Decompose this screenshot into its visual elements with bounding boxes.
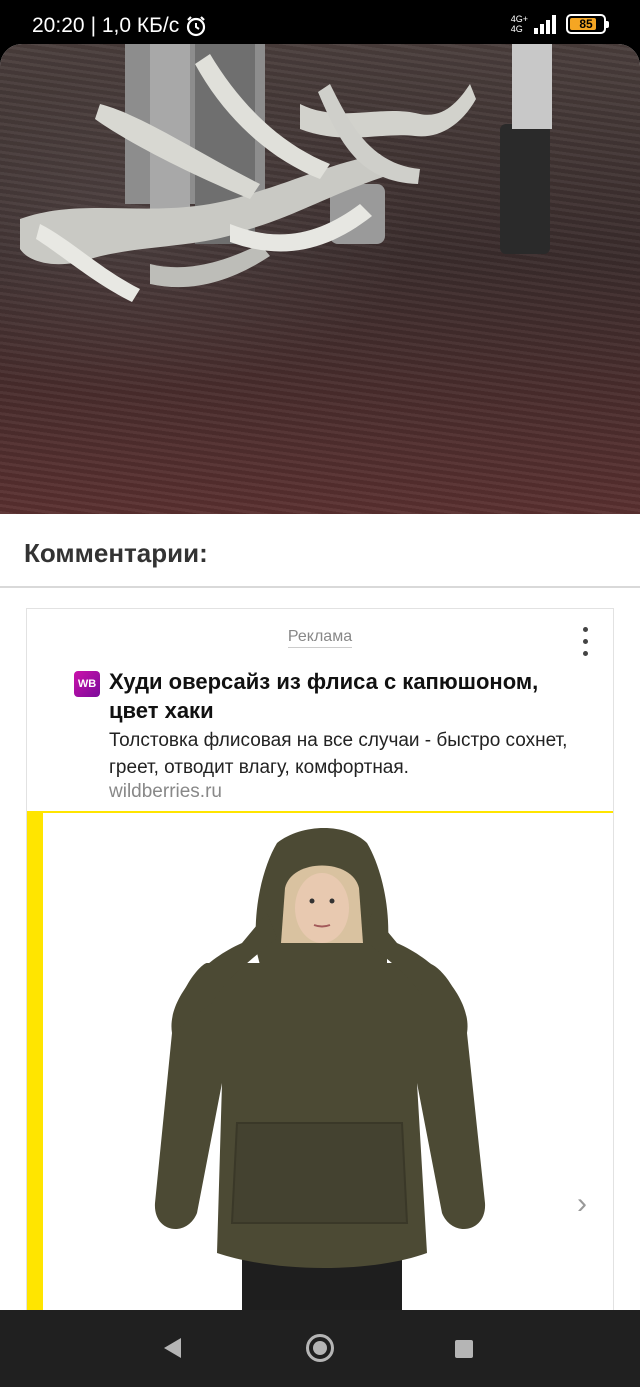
- back-triangle-icon[interactable]: [164, 1338, 181, 1358]
- more-options-icon[interactable]: [575, 623, 595, 659]
- network-top-label: 4G+: [510, 14, 528, 24]
- metal-sculpture-image: [20, 44, 552, 302]
- ad-label-text: Реклама: [287, 628, 353, 648]
- signal-icon: [534, 15, 556, 34]
- alarm-icon: [187, 16, 206, 37]
- ad-product-image[interactable]: ›: [27, 811, 613, 1310]
- wildberries-logo-icon: WB: [74, 671, 100, 697]
- ad-label: Реклама: [27, 628, 613, 648]
- ad-description: Толстовка флисовая на все случаи - быстр…: [109, 730, 568, 778]
- network-bottom-label: 4G: [510, 24, 523, 34]
- section-divider: [0, 586, 640, 588]
- status-speed: | 1,0 КБ/с: [90, 14, 180, 37]
- status-left: 20:20 | 1,0 КБ/с: [32, 14, 207, 38]
- navigation-bar: [0, 1310, 640, 1387]
- battery-icon: 85: [566, 14, 609, 34]
- status-time: 20:20: [32, 14, 85, 37]
- comments-title: Комментарии:: [24, 538, 208, 568]
- hoodie-photo: [154, 828, 486, 1310]
- chevron-right-icon[interactable]: ›: [577, 1187, 587, 1221]
- network-type: 4G+ 4G: [511, 14, 528, 34]
- accent-bar: [27, 813, 43, 1310]
- ad-card[interactable]: Реклама WB Худи оверсайз из флиса с капю…: [26, 608, 614, 1310]
- battery-level: 85: [579, 17, 593, 31]
- status-bar: 20:20 | 1,0 КБ/с 4G+ 4G 85: [0, 0, 640, 48]
- status-right: 4G+ 4G 85: [511, 14, 609, 34]
- article-photo[interactable]: [0, 44, 640, 514]
- home-circle-icon[interactable]: [306, 1334, 334, 1362]
- ad-title[interactable]: Худи оверсайз из флиса с капюшоном, цвет…: [109, 667, 579, 725]
- app-screen: Комментарии: Реклама WB Худи оверсайз из…: [0, 44, 640, 1310]
- recents-square-icon[interactable]: [455, 1340, 473, 1358]
- ad-domain-link[interactable]: wildberries.ru: [109, 781, 222, 803]
